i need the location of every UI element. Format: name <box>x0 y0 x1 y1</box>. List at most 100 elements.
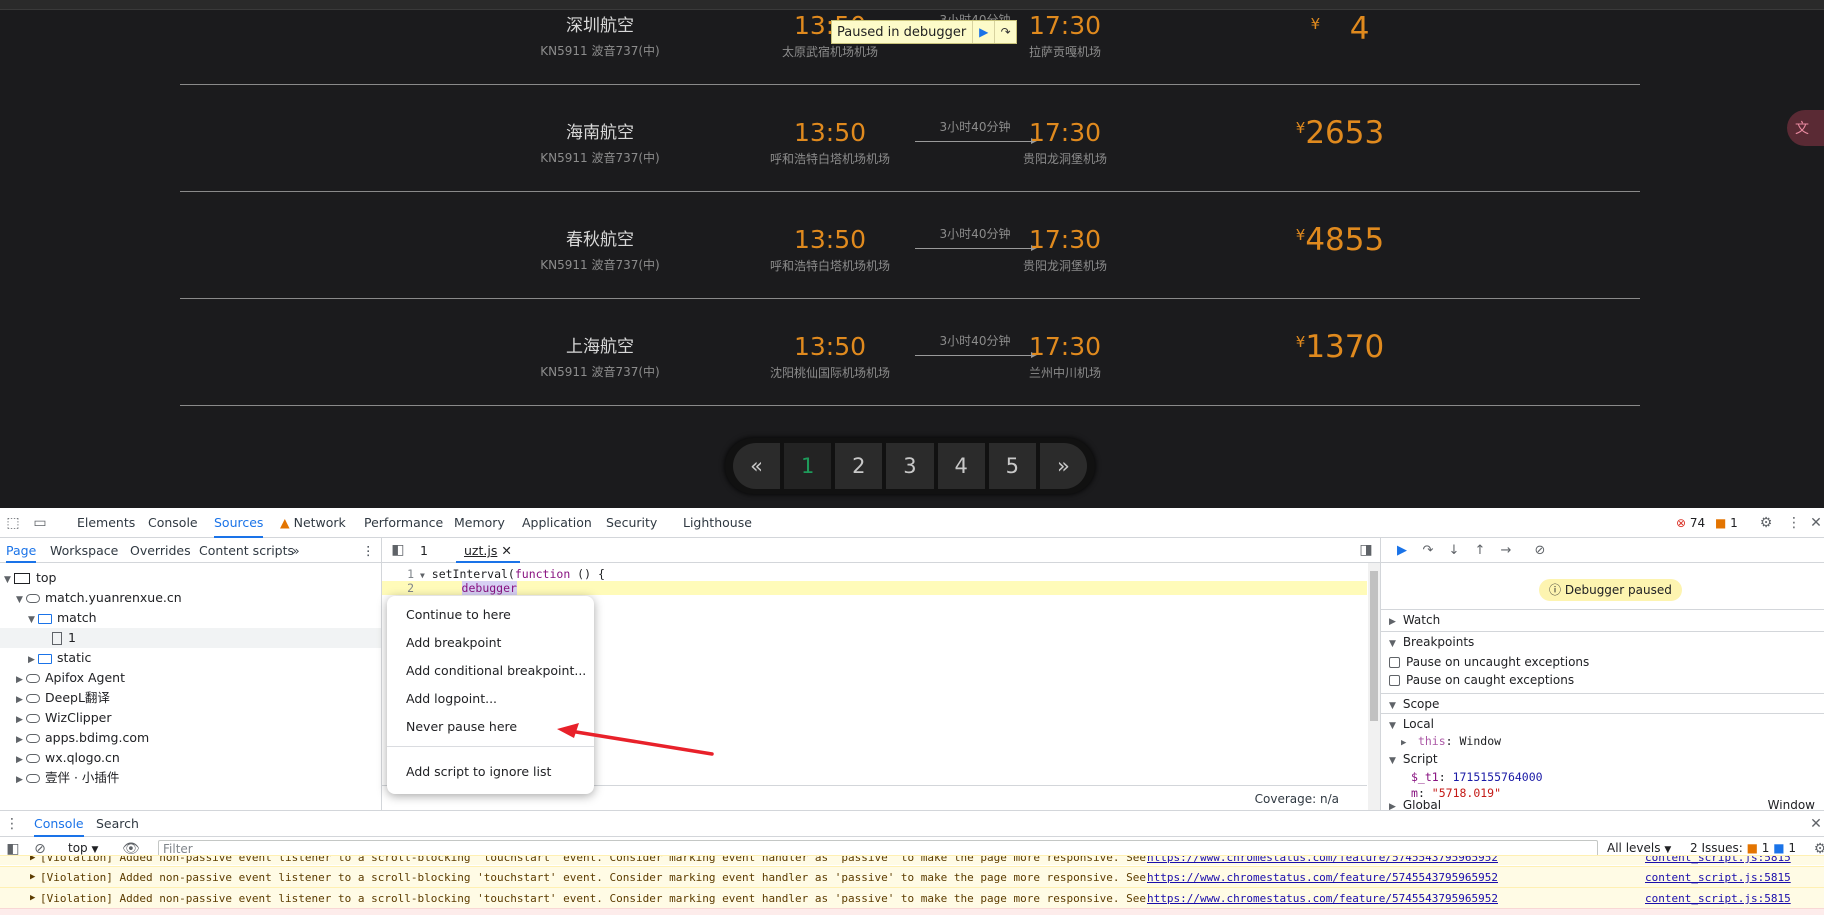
resume-button[interactable]: ▶ <box>972 21 994 43</box>
checkbox[interactable] <box>1389 675 1400 686</box>
page-button-4[interactable]: 4 <box>937 443 985 489</box>
pause-uncaught-checkbox[interactable]: Pause on uncaught exceptions <box>1389 653 1589 671</box>
console-warning-row[interactable]: ▶ [Violation] Added non-passive event lis… <box>0 887 1824 908</box>
flight-row[interactable]: 上海航空 KN5911 波音737(中) 13:50 沈阳桃仙国际机场机场 3小… <box>180 299 1640 406</box>
step-into-icon[interactable]: ↓ <box>1445 542 1463 560</box>
warning-source-link[interactable]: content_script.js:5815 <box>1645 867 1791 887</box>
scope-local[interactable]: ▼ Local <box>1381 713 1824 733</box>
console-warning-row[interactable]: ▶ [Violation] Added non-passive event lis… <box>0 866 1824 887</box>
context-selector[interactable]: top ▼ <box>68 841 98 855</box>
line-number[interactable]: 1 <box>382 567 420 581</box>
warning-link[interactable]: https://www.chromestatus.com/feature/574… <box>1147 856 1498 863</box>
navigator-menu-icon[interactable]: ⋮ <box>362 538 375 563</box>
tab-console[interactable]: Console <box>148 508 198 538</box>
expand-triangle-icon[interactable]: ▶ <box>30 856 35 863</box>
step-over-button[interactable]: ↷ <box>994 21 1016 43</box>
error-counter[interactable]: ⊗ 74 ■ 1 <box>1676 516 1738 530</box>
log-levels-dropdown[interactable]: All levels ▼ <box>1607 841 1671 855</box>
editor-tab-1[interactable]: 1 <box>420 538 428 563</box>
section-watch[interactable]: ▶ Watch <box>1381 609 1824 629</box>
nav-tab-content-scripts[interactable]: Content scripts <box>199 538 294 563</box>
pause-caught-checkbox[interactable]: Pause on caught exceptions <box>1389 671 1574 689</box>
menu-item-add-conditional-breakpoint[interactable]: Add conditional breakpoint... <box>406 660 586 682</box>
page-prev-button[interactable]: « <box>733 443 781 489</box>
menu-item-never-pause-here[interactable]: Never pause here <box>406 716 517 738</box>
more-menu-icon[interactable]: ⋮ <box>1786 515 1802 531</box>
toggle-debugger-sidebar-icon[interactable]: ◨ <box>1358 542 1374 558</box>
tree-item-extension[interactable]: ▶ WizClipper <box>0 708 381 728</box>
menu-item-add-logpoint[interactable]: Add logpoint... <box>406 688 497 710</box>
step-out-icon[interactable]: ↑ <box>1471 542 1489 560</box>
console-warning-row[interactable]: ▶ [Violation] Added non-passive event lis… <box>0 855 1824 865</box>
line-number[interactable]: 2 <box>382 581 420 595</box>
tab-application[interactable]: Application <box>522 508 592 538</box>
warning-link[interactable]: https://www.chromestatus.com/feature/574… <box>1147 867 1498 887</box>
expand-triangle-icon[interactable]: ▶ <box>30 888 35 908</box>
scope-var-m[interactable]: m: "5718.019" <box>1411 785 1501 801</box>
section-scope[interactable]: ▼ Scope <box>1381 693 1824 713</box>
flight-row[interactable]: 海南航空 KN5911 波音737(中) 13:50 呼和浩特白塔机场机场 3小… <box>180 85 1640 192</box>
tab-lighthouse[interactable]: Lighthouse <box>683 508 752 538</box>
nav-tab-page[interactable]: Page <box>6 538 37 563</box>
warning-link[interactable]: https://www.chromestatus.com/feature/574… <box>1147 888 1498 908</box>
step-icon[interactable]: → <box>1497 542 1515 560</box>
device-toolbar-icon[interactable]: ▭ <box>32 515 48 531</box>
expand-triangle-icon[interactable]: ▶ <box>30 867 35 887</box>
menu-item-add-script-to-ignore-list[interactable]: Add script to ignore list <box>406 761 551 783</box>
tree-item-top[interactable]: ▼ top <box>0 568 381 588</box>
tab-memory[interactable]: Memory <box>454 508 505 538</box>
close-drawer-icon[interactable]: ✕ <box>1808 816 1824 832</box>
drawer-tab-console[interactable]: Console <box>34 811 84 837</box>
scope-var-t1[interactable]: $_t1: 1715155764000 <box>1411 769 1543 785</box>
tree-item-static-folder[interactable]: ▶ static <box>0 648 381 668</box>
tree-item-match-folder[interactable]: ▼ match <box>0 608 381 628</box>
nav-tab-overrides[interactable]: Overrides <box>130 538 191 563</box>
editor-tab-uzt-js[interactable]: uzt.js ✕ <box>456 538 520 563</box>
toggle-navigator-icon[interactable]: ◧ <box>390 542 406 558</box>
tree-item-file-1[interactable]: 1 <box>0 628 381 648</box>
checkbox[interactable] <box>1389 657 1400 668</box>
scope-script[interactable]: ▼ Script <box>1381 749 1824 769</box>
settings-gear-icon[interactable]: ⚙ <box>1758 515 1774 531</box>
step-over-icon[interactable]: ↷ <box>1419 542 1437 560</box>
tree-item-extension[interactable]: ▶ 壹伴 · 小插件 <box>0 768 381 788</box>
issues-counter[interactable]: 2 Issues: ■ 1 ■ 1 <box>1690 841 1796 855</box>
scope-var-this[interactable]: ▶ this: Window <box>1401 733 1501 749</box>
page-button-5[interactable]: 5 <box>988 443 1036 489</box>
translate-extension-button[interactable]: 文 <box>1787 110 1824 146</box>
drawer-tab-search[interactable]: Search <box>96 811 139 837</box>
drawer-menu-icon[interactable]: ⋮ <box>4 816 20 832</box>
tree-item-extension[interactable]: ▶ wx.qlogo.cn <box>0 748 381 768</box>
tree-item-extension[interactable]: ▶ DeepL翻译 <box>0 688 381 708</box>
section-breakpoints[interactable]: ▼ Breakpoints <box>1381 631 1824 651</box>
more-tabs-chevron-icon[interactable]: » <box>292 538 300 563</box>
code-line-paused[interactable]: 2 debugger <box>382 581 1367 595</box>
console-error-row[interactable] <box>0 908 1824 915</box>
tab-network[interactable]: ▲ Network <box>280 508 346 538</box>
deactivate-breakpoints-icon[interactable]: ⊘ <box>1531 542 1549 560</box>
warning-source-link[interactable]: content_script.js:5815 <box>1645 888 1791 908</box>
tree-item-extension[interactable]: ▶ apps.bdimg.com <box>0 728 381 748</box>
tab-security[interactable]: Security <box>606 508 657 538</box>
scrollbar-thumb[interactable] <box>1370 571 1378 721</box>
page-button-3[interactable]: 3 <box>886 443 934 489</box>
scope-global[interactable]: ▶ Global Window <box>1381 800 1824 810</box>
menu-item-continue-to-here[interactable]: Continue to here <box>406 604 511 626</box>
warning-source-link[interactable]: content_script.js:5815 <box>1645 856 1791 863</box>
page-button-1[interactable]: 1 <box>784 443 832 489</box>
page-next-button[interactable]: » <box>1039 443 1087 489</box>
nav-tab-workspace[interactable]: Workspace <box>50 538 118 563</box>
resume-icon[interactable]: ▶ <box>1393 542 1411 560</box>
tree-item-domain[interactable]: ▼ match.yuanrenxue.cn <box>0 588 381 608</box>
close-devtools-icon[interactable]: ✕ <box>1808 515 1824 531</box>
page-button-2[interactable]: 2 <box>835 443 883 489</box>
tab-elements[interactable]: Elements <box>77 508 135 538</box>
tab-performance[interactable]: Performance <box>364 508 443 538</box>
fold-triangle-icon[interactable]: ▼ <box>420 571 425 580</box>
close-tab-icon[interactable]: ✕ <box>501 543 511 558</box>
tab-sources[interactable]: Sources <box>214 508 264 538</box>
code-line[interactable]: 1 ▼ setInterval(function () { <box>382 567 1367 581</box>
inspect-element-icon[interactable]: ⬚ <box>5 515 21 531</box>
menu-item-add-breakpoint[interactable]: Add breakpoint <box>406 632 501 654</box>
editor-scrollbar[interactable] <box>1368 563 1380 810</box>
